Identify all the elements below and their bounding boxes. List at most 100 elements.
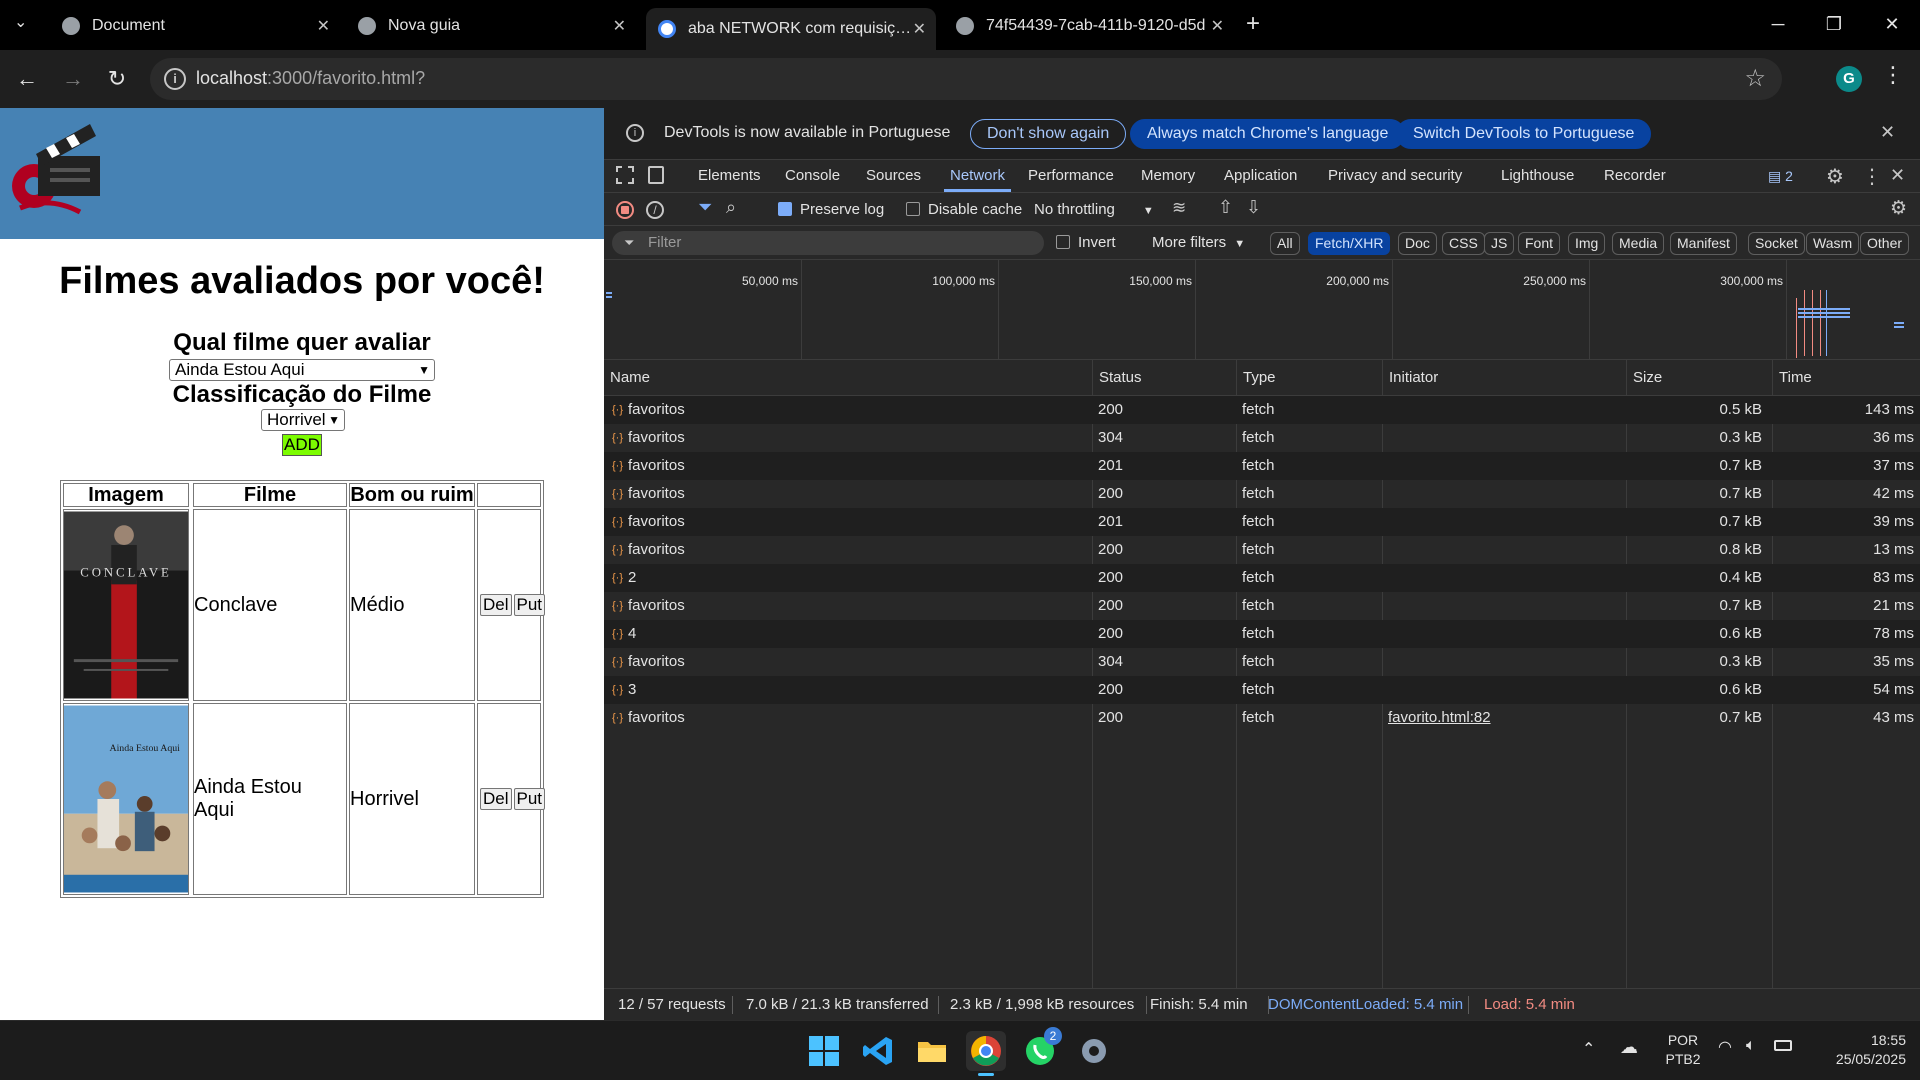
forward-icon[interactable]: → bbox=[56, 62, 90, 96]
column-time[interactable]: Time bbox=[1772, 360, 1920, 396]
network-conditions-icon[interactable]: ≋ bbox=[1172, 198, 1186, 218]
movie-select[interactable]: Ainda Estou Aqui ▼ bbox=[169, 359, 435, 381]
filter-chip-font[interactable]: Font bbox=[1518, 232, 1561, 255]
dont-show-again-button[interactable]: Don't show again bbox=[970, 119, 1127, 149]
filter-chip-img[interactable]: Img bbox=[1568, 232, 1606, 255]
put-button[interactable]: Put bbox=[513, 788, 546, 810]
network-settings-icon[interactable]: ⚙ bbox=[1890, 197, 1907, 220]
close-tab-icon[interactable]: ✕ bbox=[613, 16, 626, 36]
volume-icon[interactable]: 🔈︎ bbox=[1746, 1037, 1756, 1055]
close-tab-icon[interactable]: ✕ bbox=[913, 19, 926, 39]
filter-chip-socket[interactable]: Socket bbox=[1748, 232, 1805, 255]
network-overview-timeline[interactable]: 50,000 ms 100,000 ms 150,000 ms 200,000 … bbox=[604, 260, 1920, 360]
filter-chip-fetch-xhr[interactable]: Fetch/XHR bbox=[1308, 232, 1391, 255]
filter-chip-manifest[interactable]: Manifest bbox=[1670, 232, 1737, 255]
close-tab-icon[interactable]: ✕ bbox=[317, 16, 330, 36]
tab-privacy-security[interactable]: Privacy and security bbox=[1328, 160, 1462, 192]
tab-search-chevron-icon[interactable]: ⌄ bbox=[14, 12, 27, 32]
site-info-icon[interactable]: i bbox=[164, 68, 186, 90]
column-name[interactable]: Name bbox=[604, 360, 1092, 396]
filter-chip-css[interactable]: CSS bbox=[1442, 232, 1485, 255]
tab-recorder[interactable]: Recorder bbox=[1604, 160, 1666, 192]
search-icon[interactable]: ⌕ bbox=[726, 197, 736, 218]
chrome-icon[interactable] bbox=[966, 1031, 1006, 1076]
inspect-element-icon[interactable] bbox=[616, 166, 634, 184]
request-initiator[interactable]: favorito.html:82 bbox=[1388, 704, 1491, 732]
filter-input[interactable]: ⏷ Filter bbox=[612, 231, 1044, 255]
request-row[interactable]: {·} favoritos 200 fetch 0.5 kB 143 ms bbox=[604, 396, 1920, 424]
battery-icon[interactable] bbox=[1774, 1040, 1792, 1051]
close-window-icon[interactable]: ✕ bbox=[1872, 8, 1912, 40]
tab-network[interactable]: Network bbox=[944, 160, 1012, 192]
back-icon[interactable]: ← bbox=[10, 62, 44, 96]
throttling-select[interactable]: No throttling ▼ bbox=[1034, 193, 1154, 226]
tab-console[interactable]: Console bbox=[785, 160, 840, 192]
new-tab-button[interactable]: + bbox=[1246, 10, 1260, 38]
tab-elements[interactable]: Elements bbox=[698, 160, 761, 192]
preserve-log-checkbox[interactable]: Preserve log bbox=[778, 193, 884, 226]
onedrive-cloud-icon[interactable]: ☁ bbox=[1620, 1037, 1638, 1058]
tab-application[interactable]: Application bbox=[1224, 160, 1297, 192]
tab-lighthouse[interactable]: Lighthouse bbox=[1501, 160, 1574, 192]
delete-button[interactable]: Del bbox=[480, 788, 512, 810]
file-explorer-icon[interactable] bbox=[912, 1031, 952, 1071]
close-devtools-icon[interactable]: ✕ bbox=[1890, 165, 1905, 186]
issues-badge[interactable]: ▤ 2 bbox=[1768, 168, 1793, 185]
delete-button[interactable]: Del bbox=[480, 594, 512, 616]
tab-nova-guia[interactable]: Nova guia ✕ bbox=[346, 8, 636, 44]
vscode-icon[interactable] bbox=[858, 1031, 898, 1071]
invert-checkbox[interactable]: Invert bbox=[1056, 226, 1116, 259]
clock[interactable]: 18:55 25/05/2025 bbox=[1806, 1031, 1906, 1069]
filter-funnel-icon[interactable]: ⏷ bbox=[698, 197, 712, 218]
import-har-icon[interactable]: ⇧ bbox=[1218, 197, 1233, 218]
tab-performance[interactable]: Performance bbox=[1028, 160, 1114, 192]
request-row[interactable]: {·} 3 200 fetch 0.6 kB 54 ms bbox=[604, 676, 1920, 704]
request-row[interactable]: {·} 4 200 fetch 0.6 kB 78 ms bbox=[604, 620, 1920, 648]
settings-gear-icon[interactable]: ⚙ bbox=[1826, 164, 1844, 189]
close-infobar-icon[interactable]: ✕ bbox=[1880, 122, 1895, 143]
request-row[interactable]: {·} favoritos 201 fetch 0.7 kB 39 ms bbox=[604, 508, 1920, 536]
devtools-menu-icon[interactable]: ⋮ bbox=[1862, 164, 1882, 189]
filter-chip-js[interactable]: JS bbox=[1484, 232, 1515, 255]
filter-chip-doc[interactable]: Doc bbox=[1398, 232, 1437, 255]
disable-cache-checkbox[interactable]: Disable cache bbox=[906, 193, 1022, 226]
record-stop-icon[interactable] bbox=[616, 201, 634, 219]
restore-icon[interactable]: ❐ bbox=[1814, 8, 1854, 40]
bookmark-star-icon[interactable]: ☆ bbox=[1744, 64, 1766, 93]
close-tab-icon[interactable]: ✕ bbox=[1211, 16, 1224, 36]
start-windows-icon[interactable] bbox=[804, 1031, 844, 1071]
request-row[interactable]: {·} favoritos 201 fetch 0.7 kB 37 ms bbox=[604, 452, 1920, 480]
tab-sources[interactable]: Sources bbox=[866, 160, 921, 192]
always-match-language-button[interactable]: Always match Chrome's language bbox=[1130, 119, 1406, 149]
column-size[interactable]: Size bbox=[1626, 360, 1772, 396]
tab-document[interactable]: Document ✕ bbox=[50, 8, 340, 44]
language-indicator[interactable]: POR PTB2 bbox=[1658, 1031, 1708, 1069]
request-row[interactable]: {·} favoritos 200 fetch 0.8 kB 13 ms bbox=[604, 536, 1920, 564]
export-har-icon[interactable]: ⇩ bbox=[1246, 197, 1261, 218]
minimize-icon[interactable]: ─ bbox=[1758, 8, 1798, 40]
profile-avatar[interactable]: G bbox=[1836, 66, 1862, 92]
request-row[interactable]: {·} favoritos 200 fetch 0.7 kB 21 ms bbox=[604, 592, 1920, 620]
device-toolbar-icon[interactable] bbox=[648, 166, 664, 184]
show-hidden-icons-chevron[interactable]: ⌃ bbox=[1582, 1039, 1595, 1059]
tab-network-search[interactable]: aba NETWORK com requisições ✕ bbox=[646, 8, 936, 50]
column-initiator[interactable]: Initiator bbox=[1382, 360, 1626, 396]
filter-chip-media[interactable]: Media bbox=[1612, 232, 1665, 255]
tab-uuid[interactable]: 74f54439-7cab-411b-9120-d5d ✕ bbox=[944, 8, 1234, 44]
chrome-menu-icon[interactable]: ⋮ bbox=[1882, 62, 1904, 88]
filter-chip-wasm[interactable]: Wasm bbox=[1806, 232, 1860, 255]
request-row[interactable]: {·} favoritos 200 fetch 0.7 kB 42 ms bbox=[604, 480, 1920, 508]
filter-chip-other[interactable]: Other bbox=[1860, 232, 1910, 255]
request-row[interactable]: {·} 2 200 fetch 0.4 kB 83 ms bbox=[604, 564, 1920, 592]
request-row[interactable]: {·} favoritos 200 fetch favorito.html:82 0.7 … bbox=[604, 704, 1920, 732]
more-filters-dropdown[interactable]: More filters ▼ bbox=[1152, 226, 1245, 259]
put-button[interactable]: Put bbox=[513, 594, 546, 616]
settings-gear-icon[interactable] bbox=[1074, 1031, 1114, 1071]
address-bar[interactable]: i localhost:3000/favorito.html? ☆ bbox=[150, 58, 1782, 100]
switch-to-portuguese-button[interactable]: Switch DevTools to Portuguese bbox=[1396, 119, 1652, 149]
wifi-icon[interactable]: ◠ bbox=[1718, 1037, 1732, 1057]
rating-select[interactable]: Horrivel ▼ bbox=[261, 409, 345, 431]
filter-chip-all[interactable]: All bbox=[1270, 232, 1300, 255]
whatsapp-icon[interactable]: 2 bbox=[1020, 1027, 1062, 1071]
column-type[interactable]: Type bbox=[1236, 360, 1382, 396]
